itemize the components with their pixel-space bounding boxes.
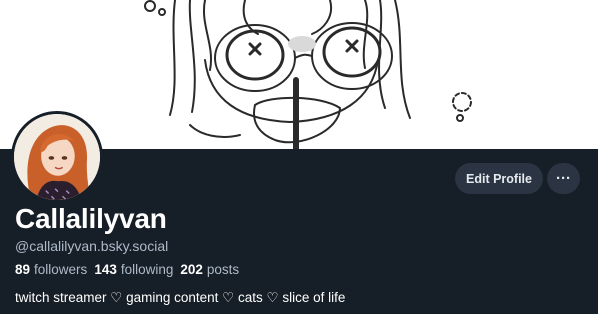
profile-bio: twitch streamer ♡ gaming content ♡ cats … <box>15 290 346 305</box>
profile-stats: 89 followers 143 following 202 posts <box>15 262 239 277</box>
avatar-image <box>14 114 100 200</box>
followers-stat[interactable]: 89 followers <box>15 262 87 277</box>
followers-label: followers <box>34 262 88 277</box>
more-horizontal-icon: ··· <box>556 170 571 187</box>
following-stat[interactable]: 143 following <box>94 262 173 277</box>
following-count: 143 <box>94 262 117 277</box>
more-options-button[interactable]: ··· <box>547 163 580 194</box>
posts-stat: 202 posts <box>180 262 239 277</box>
profile-handle: @callalilyvan.bsky.social <box>15 238 169 254</box>
display-name: Callalilyvan <box>15 203 167 234</box>
edit-profile-button[interactable]: Edit Profile <box>455 163 543 194</box>
posts-label: posts <box>206 262 240 277</box>
following-label: following <box>120 262 174 277</box>
posts-count: 202 <box>180 262 203 277</box>
avatar[interactable] <box>11 111 103 203</box>
followers-count: 89 <box>15 262 31 277</box>
